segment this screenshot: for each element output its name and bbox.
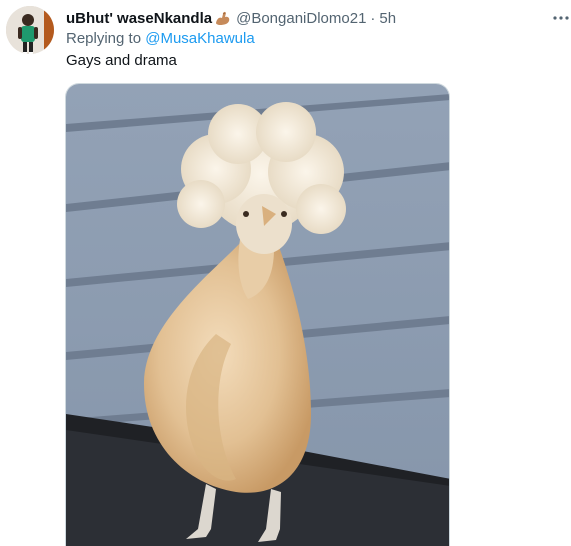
flexed-biceps-icon — [214, 9, 232, 27]
tweet-text: Gays and drama — [66, 52, 177, 69]
chicken-photo — [66, 84, 449, 546]
author-handle[interactable]: @BonganiDlomo21 — [236, 10, 366, 27]
replying-to: Replying to @MusaKhawula — [66, 30, 255, 47]
tweet-card[interactable]: uBhut' waseNkandla @BonganiDlomo21 · 5h … — [0, 0, 571, 546]
author-avatar[interactable] — [6, 6, 54, 54]
more-horizontal-icon[interactable] — [552, 9, 570, 27]
meta-separator: · — [370, 9, 376, 27]
tweet-timestamp[interactable]: 5h — [379, 10, 396, 27]
author-display-name[interactable]: uBhut' waseNkandla — [66, 10, 212, 27]
tweet-header: uBhut' waseNkandla @BonganiDlomo21 · 5h — [66, 8, 396, 28]
tweet-media-photo[interactable] — [65, 83, 450, 546]
avatar-photo — [6, 6, 54, 54]
reply-mention-link[interactable]: @MusaKhawula — [145, 30, 254, 47]
replying-to-label: Replying to — [66, 30, 146, 47]
